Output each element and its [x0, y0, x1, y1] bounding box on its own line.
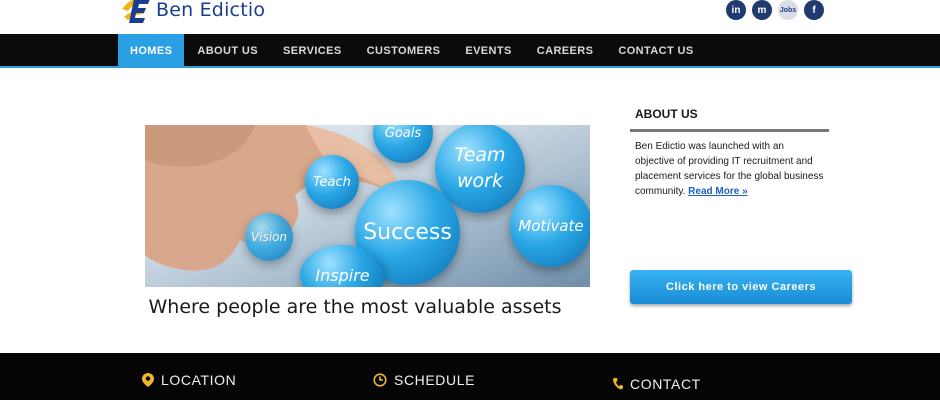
footer-location-label: LOCATION	[161, 372, 237, 388]
main-nav: HOMES ABOUT US SERVICES CUSTOMERS EVENTS…	[0, 34, 940, 68]
nav-item-customers[interactable]: CUSTOMERS	[355, 34, 453, 68]
bubble-teach: Teach	[305, 155, 359, 209]
clock-icon	[373, 373, 387, 387]
bubble-vision: Vision	[245, 213, 293, 261]
footer-contact: CONTACT	[613, 376, 701, 392]
about-panel: ABOUT US Ben Edictio was launched with a…	[630, 100, 829, 206]
site-footer: LOCATION SCHEDULE CONTACT	[0, 353, 940, 400]
meetup-icon[interactable]: m	[752, 0, 772, 20]
about-text: Ben Edictio was launched with an objecti…	[630, 132, 829, 206]
location-pin-icon	[142, 373, 154, 387]
brand-logo[interactable]: Ben Edictio	[120, 0, 265, 26]
brand-name: Ben Edictio	[156, 0, 266, 21]
phone-icon	[613, 378, 623, 390]
footer-contact-label: CONTACT	[630, 376, 701, 392]
footer-schedule: SCHEDULE	[373, 372, 475, 388]
linkedin-icon[interactable]: in	[726, 0, 746, 20]
jobs-icon[interactable]: Jobs	[778, 0, 798, 20]
hero-tagline: Where people are the most valuable asset…	[148, 296, 562, 318]
social-links: in m Jobs f	[726, 0, 824, 20]
bubble-motivate: Motivate	[510, 185, 590, 267]
nav-item-services[interactable]: SERVICES	[271, 34, 354, 68]
read-more-link[interactable]: Read More »	[688, 186, 747, 197]
hero-image: Goals Team work Teach Success Motivate V…	[145, 125, 590, 287]
about-title: ABOUT US	[630, 100, 829, 132]
nav-item-about-us[interactable]: ABOUT US	[185, 34, 270, 68]
nav-item-careers[interactable]: CAREERS	[525, 34, 606, 68]
nav-item-events[interactable]: EVENTS	[453, 34, 523, 68]
nav-item-contact-us[interactable]: CONTACT US	[606, 34, 705, 68]
site-header: Ben Edictio in m Jobs f	[0, 0, 940, 34]
view-careers-button[interactable]: Click here to view Careers	[630, 270, 852, 304]
logo-mark-icon	[122, 0, 150, 23]
footer-location: LOCATION	[142, 372, 236, 388]
footer-schedule-label: SCHEDULE	[394, 372, 476, 388]
nav-item-homes[interactable]: HOMES	[118, 34, 185, 68]
facebook-icon[interactable]: f	[804, 0, 824, 20]
